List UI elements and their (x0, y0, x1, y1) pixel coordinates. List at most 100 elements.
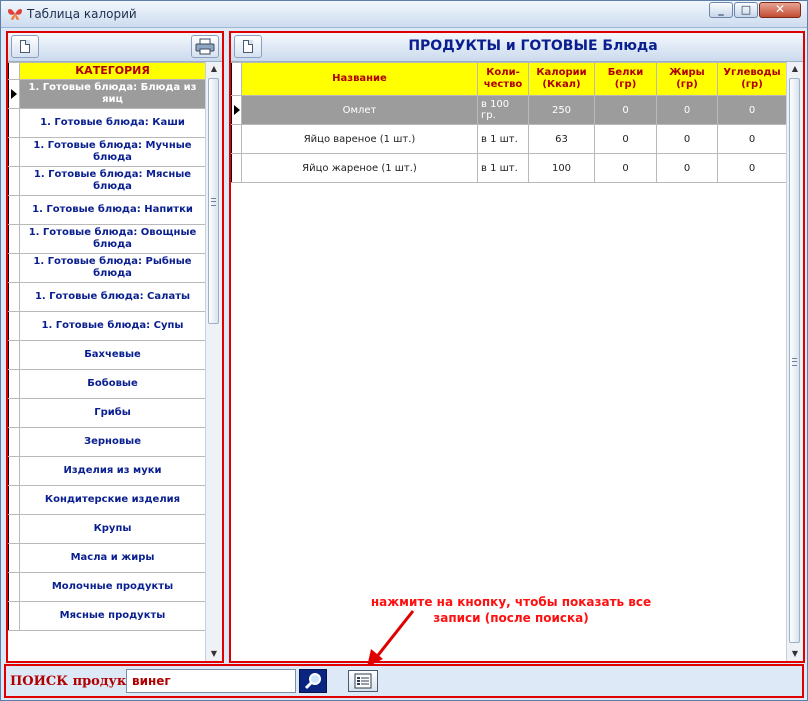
category-cell[interactable]: 1. Готовые блюда: Мясные блюда (19, 166, 206, 196)
maximize-icon: □ (740, 3, 752, 16)
category-row[interactable]: 1. Готовые блюда: Напитки (8, 195, 206, 225)
product-row[interactable]: Омлет в 100 гр. 250 0 0 0 (231, 95, 787, 125)
product-cell[interactable]: 0 (594, 124, 657, 154)
column-header[interactable]: Коли-чество (477, 62, 529, 96)
products-grid: Название Коли-чество Калории (Ккал) Белки (… (231, 62, 803, 661)
category-row[interactable]: 1. Готовые блюда: Мясные блюда (8, 166, 206, 196)
products-toolbar: ПРОДУКТЫ и ГОТОВЫЕ Блюда (231, 33, 803, 62)
window-title: Таблица калорий (27, 7, 137, 21)
categories-header-row: КАТЕГОРИЯ (8, 62, 206, 80)
product-cell[interactable]: в 1 шт. (477, 124, 529, 154)
category-row[interactable]: Крупы (8, 514, 206, 544)
category-row[interactable]: Мясные продукты (8, 601, 206, 631)
new-document-icon (243, 40, 253, 53)
product-cell[interactable]: 0 (594, 153, 657, 183)
new-product-button[interactable] (234, 35, 262, 58)
product-cell[interactable]: 0 (656, 124, 718, 154)
list-icon (354, 673, 372, 689)
category-cell[interactable]: Бобовые (19, 369, 206, 399)
column-header[interactable]: Белки (гр) (594, 62, 657, 96)
category-cell[interactable]: Кондитерские изделия (19, 485, 206, 515)
categories-scrollbar[interactable]: ▲ ▼ (205, 62, 222, 661)
products-title: ПРОДУКТЫ и ГОТОВЫЕ Блюда (408, 38, 658, 54)
scroll-down-arrow-icon[interactable]: ▼ (787, 647, 803, 661)
scroll-up-arrow-icon[interactable]: ▲ (787, 62, 803, 76)
category-cell[interactable]: Изделия из муки (19, 456, 206, 486)
category-cell[interactable]: 1. Готовые блюда: Каши (19, 108, 206, 138)
category-cell[interactable]: Грибы (19, 398, 206, 428)
category-row[interactable]: Бобовые (8, 369, 206, 399)
product-cell[interactable]: 250 (528, 95, 595, 125)
search-button[interactable] (299, 669, 327, 693)
scroll-thumb[interactable] (208, 78, 219, 324)
product-cell[interactable]: 0 (656, 95, 718, 125)
scroll-down-arrow-icon[interactable]: ▼ (206, 647, 222, 661)
product-cell[interactable]: в 100 гр. (477, 95, 529, 125)
product-cell[interactable]: 63 (528, 124, 595, 154)
show-all-records-button[interactable] (348, 670, 378, 692)
product-cell[interactable]: Яйцо жареное (1 шт.) (241, 153, 478, 183)
minimize-icon: _ (718, 3, 724, 16)
category-cell[interactable]: 1. Готовые блюда: Супы (19, 311, 206, 341)
category-row[interactable]: 1. Готовые блюда: Каши (8, 108, 206, 138)
product-cell[interactable]: 0 (717, 95, 787, 125)
category-cell[interactable]: 1. Готовые блюда: Напитки (19, 195, 206, 225)
column-header[interactable]: Калории (Ккал) (528, 62, 595, 96)
category-cell[interactable]: 1. Готовые блюда: Салаты (19, 282, 206, 312)
category-cell[interactable]: Зерновые (19, 427, 206, 457)
print-button[interactable] (191, 35, 219, 58)
products-scrollbar[interactable]: ▲ ▼ (786, 62, 803, 661)
row-pointer-icon (11, 89, 17, 99)
close-button[interactable]: ✕ (759, 2, 801, 18)
category-cell[interactable]: 1. Готовые блюда: Рыбные блюда (19, 253, 206, 283)
category-row[interactable]: Молочные продукты (8, 572, 206, 602)
scroll-up-arrow-icon[interactable]: ▲ (206, 62, 222, 76)
product-cell[interactable]: 0 (594, 95, 657, 125)
category-cell[interactable]: Масла и жиры (19, 543, 206, 573)
product-cell[interactable]: в 1 шт. (477, 153, 529, 183)
category-cell[interactable]: Крупы (19, 514, 206, 544)
category-row[interactable]: Масла и жиры (8, 543, 206, 573)
categories-grid: КАТЕГОРИЯ 1. Готовые блюда: Блюда из яиц… (8, 62, 222, 661)
product-row[interactable]: Яйцо вареное (1 шт.) в 1 шт. 63 0 0 0 (231, 124, 787, 154)
search-input[interactable] (126, 669, 296, 693)
category-cell[interactable]: 1. Готовые блюда: Овощные блюда (19, 224, 206, 254)
butterfly-app-icon (8, 9, 22, 20)
category-cell[interactable]: 1. Готовые блюда: Мучные блюда (19, 137, 206, 167)
category-cell[interactable]: 1. Готовые блюда: Блюда из яиц (19, 79, 206, 109)
category-cell[interactable]: Молочные продукты (19, 572, 206, 602)
red-arrow-icon (367, 610, 415, 667)
products-panel: ПРОДУКТЫ и ГОТОВЫЕ Блюда Название Коли-че… (229, 31, 805, 663)
product-row[interactable]: Яйцо жареное (1 шт.) в 1 шт. 100 0 0 0 (231, 153, 787, 183)
category-row[interactable]: 1. Готовые блюда: Овощные блюда (8, 224, 206, 254)
column-header[interactable]: Углеводы (гр) (717, 62, 787, 96)
maximize-button[interactable]: □ (734, 2, 758, 18)
products-table: Название Коли-чество Калории (Ккал) Белки (… (231, 62, 787, 183)
category-row[interactable]: 1. Готовые блюда: Салаты (8, 282, 206, 312)
title-bar[interactable]: Таблица калорий _ □ ✕ (1, 1, 807, 28)
category-row[interactable]: Бахчевые (8, 340, 206, 370)
product-cell[interactable]: Яйцо вареное (1 шт.) (241, 124, 478, 154)
scroll-thumb[interactable] (789, 78, 800, 643)
column-header[interactable]: Жиры (гр) (656, 62, 718, 96)
column-header[interactable]: Название (241, 62, 478, 96)
category-row[interactable]: Изделия из муки (8, 456, 206, 486)
product-cell[interactable]: 0 (717, 153, 787, 183)
category-row[interactable]: Грибы (8, 398, 206, 428)
category-row[interactable]: 1. Готовые блюда: Блюда из яиц (8, 79, 206, 109)
category-cell[interactable]: Мясные продукты (19, 601, 206, 631)
category-cell[interactable]: Бахчевые (19, 340, 206, 370)
categories-header: КАТЕГОРИЯ (19, 62, 206, 80)
category-row[interactable]: 1. Готовые блюда: Мучные блюда (8, 137, 206, 167)
new-category-button[interactable] (11, 35, 39, 58)
category-row[interactable]: 1. Готовые блюда: Рыбные блюда (8, 253, 206, 283)
product-cell[interactable]: 100 (528, 153, 595, 183)
product-cell[interactable]: 0 (717, 124, 787, 154)
category-row[interactable]: Кондитерские изделия (8, 485, 206, 515)
minimize-button[interactable]: _ (709, 2, 733, 18)
product-cell[interactable]: Омлет (241, 95, 478, 125)
category-row[interactable]: Зерновые (8, 427, 206, 457)
product-cell[interactable]: 0 (656, 153, 718, 183)
category-row[interactable]: 1. Готовые блюда: Супы (8, 311, 206, 341)
close-icon: ✕ (774, 2, 786, 16)
